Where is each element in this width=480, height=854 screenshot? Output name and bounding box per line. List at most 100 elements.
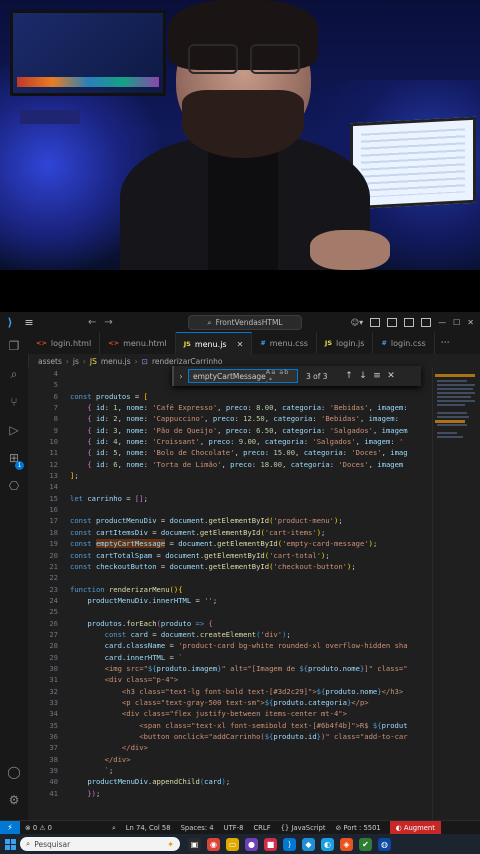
- close-tab-icon[interactable]: ✕: [237, 340, 244, 349]
- file-explorer-icon[interactable]: ▭: [226, 837, 239, 851]
- find-options[interactable]: Aa ab .*: [266, 368, 293, 384]
- code-line: ];: [70, 471, 79, 481]
- search-highlight-icon: ✦: [167, 839, 174, 849]
- maximize-icon[interactable]: ☐: [453, 318, 460, 327]
- next-match-icon[interactable]: ↓: [356, 371, 370, 381]
- remote-indicator-icon[interactable]: ⚡: [0, 821, 20, 835]
- line-number: 10: [49, 437, 58, 447]
- run-debug-icon[interactable]: ▷: [6, 422, 22, 438]
- nav-arrows[interactable]: ←→: [88, 317, 121, 328]
- problems-indicator[interactable]: ⊗ 0 ⚠ 0: [20, 824, 57, 832]
- tab-menu-css[interactable]: # menu.css: [252, 332, 317, 354]
- explorer-icon[interactable]: ❐: [6, 338, 22, 354]
- close-find-icon[interactable]: ✕: [384, 371, 398, 381]
- minimap[interactable]: [432, 368, 480, 820]
- live-server-port[interactable]: ⊘ Port : 5501: [331, 824, 386, 832]
- find-widget: › emptyCartMessage Aa ab .* 3 of 3 ↑ ↓ ≡…: [172, 366, 421, 386]
- code-line: const card = document.createElement('div…: [104, 629, 291, 639]
- breadcrumb-item[interactable]: js: [73, 357, 79, 366]
- settings-gear-icon[interactable]: ⚙: [6, 792, 22, 808]
- line-number: 24: [49, 595, 58, 605]
- line-number: 15: [49, 493, 58, 503]
- code-line: { id: 1, nome: 'Café Expresso', preco: 8…: [87, 403, 408, 413]
- zoom-icon[interactable]: ⌕: [107, 824, 121, 833]
- more-actions-icon[interactable]: ⋯: [435, 332, 456, 354]
- obs-icon[interactable]: ●: [245, 837, 258, 851]
- breadcrumb-item[interactable]: renderizarCarrinho: [152, 357, 223, 366]
- search-icon[interactable]: ⌕: [6, 366, 22, 382]
- taskbar-search[interactable]: ⌕ Pesquisar ✦: [20, 837, 180, 851]
- line-number: 30: [49, 663, 58, 673]
- remote-explorer-icon[interactable]: ⎔: [6, 478, 22, 494]
- code-line: </div>: [70, 743, 148, 753]
- code-line: const productMenuDiv = document.getEleme…: [70, 516, 343, 526]
- vscode-logo-icon: ⟩: [7, 315, 13, 329]
- code-line: let carrinho = [];: [70, 493, 148, 503]
- html-file-icon: <>: [36, 339, 47, 347]
- toggle-replace-icon[interactable]: ›: [174, 372, 188, 381]
- close-icon[interactable]: ✕: [467, 318, 474, 327]
- tab-login-html[interactable]: <> login.html: [28, 332, 101, 354]
- end-of-line[interactable]: CRLF: [248, 824, 275, 832]
- app-icon[interactable]: ✔: [359, 837, 372, 851]
- find-input[interactable]: emptyCartMessage Aa ab .*: [188, 368, 298, 384]
- previous-match-icon[interactable]: ↑: [342, 371, 356, 381]
- app-icon[interactable]: ◆: [302, 837, 315, 851]
- app-icon[interactable]: ◐: [321, 837, 334, 851]
- augment-status[interactable]: ◐ Augment: [389, 821, 441, 835]
- cursor-position[interactable]: Ln 74, Col 58: [121, 824, 176, 832]
- code-line: <h3 class="text-lg font-bold text-[#3d2c…: [70, 686, 404, 696]
- source-control-icon[interactable]: ⑂: [6, 394, 22, 410]
- encoding[interactable]: UTF-8: [219, 824, 249, 832]
- app-icon[interactable]: ◈: [340, 837, 353, 851]
- windows-start-icon[interactable]: [0, 834, 20, 854]
- toggle-sidebar-icon[interactable]: [370, 317, 381, 327]
- css-file-icon: #: [260, 339, 266, 347]
- line-number: 26: [49, 618, 58, 628]
- code-line: const emptyCartMessage = document.getEle…: [70, 539, 378, 549]
- status-bar: ⚡ ⊗ 0 ⚠ 0 ⌕ Ln 74, Col 58 Spaces: 4 UTF-…: [0, 820, 480, 835]
- copilot-icon[interactable]: ☺▾: [351, 318, 363, 327]
- toggle-panel-icon[interactable]: [387, 317, 398, 327]
- code-line: <span class="text-xl font-semibold text-…: [70, 720, 408, 730]
- hamburger-menu-icon[interactable]: ≡: [20, 316, 38, 329]
- customize-layout-icon[interactable]: [421, 317, 432, 327]
- tab-login-js[interactable]: JS login.js: [317, 332, 374, 354]
- line-number: 6: [53, 391, 58, 401]
- find-in-selection-icon[interactable]: ≡: [370, 371, 384, 381]
- vscode-taskbar-icon[interactable]: ⟩: [283, 837, 296, 851]
- line-number: 39: [49, 766, 58, 776]
- code-line: { id: 6, nome: 'Torta de Limão', preco: …: [87, 459, 404, 469]
- toggle-secondary-sidebar-icon[interactable]: [404, 317, 415, 327]
- js-file-icon: JS: [89, 356, 97, 366]
- code-line: productMenuDiv.appendChild(card);: [87, 777, 231, 787]
- line-number: 40: [49, 777, 58, 787]
- chevron-right-icon: ›: [134, 356, 138, 366]
- tab-login-css[interactable]: # login.css: [373, 332, 435, 354]
- line-number: 19: [49, 539, 58, 549]
- line-number: 4: [53, 369, 58, 378]
- search-icon: ⌕: [26, 839, 31, 848]
- tab-menu-html[interactable]: <> menu.html: [100, 332, 176, 354]
- line-number: 14: [49, 482, 58, 492]
- indentation[interactable]: Spaces: 4: [176, 824, 219, 832]
- app-icon[interactable]: ■: [264, 837, 277, 851]
- language-mode[interactable]: {} JavaScript: [276, 824, 331, 832]
- taskbar-search-placeholder: Pesquisar: [34, 839, 71, 849]
- chrome-icon[interactable]: ◉: [207, 837, 220, 851]
- app-icon[interactable]: ◍: [378, 837, 391, 851]
- account-icon[interactable]: ◯: [6, 764, 22, 780]
- command-center-search[interactable]: ⌕ FrontVendasHTML: [188, 315, 302, 330]
- breadcrumb-item[interactable]: menu.js: [101, 357, 131, 366]
- tab-menu-js[interactable]: JS menu.js ✕: [175, 332, 253, 355]
- code-editor[interactable]: 4 5 6 7 8 9 10 11 12 13 14 15 16 17 18 19 20 21 22 23 24 25 26…: [28, 368, 432, 820]
- code-line: <button onclick="addCarrinho(${produto.i…: [70, 732, 408, 741]
- code-line: `;: [70, 766, 114, 776]
- minimize-icon[interactable]: —: [438, 318, 446, 327]
- search-icon: ⌕: [207, 317, 212, 327]
- breadcrumb-item[interactable]: assets: [38, 357, 62, 366]
- task-view-icon[interactable]: ▣: [188, 837, 201, 851]
- code-line: </div>: [70, 754, 131, 764]
